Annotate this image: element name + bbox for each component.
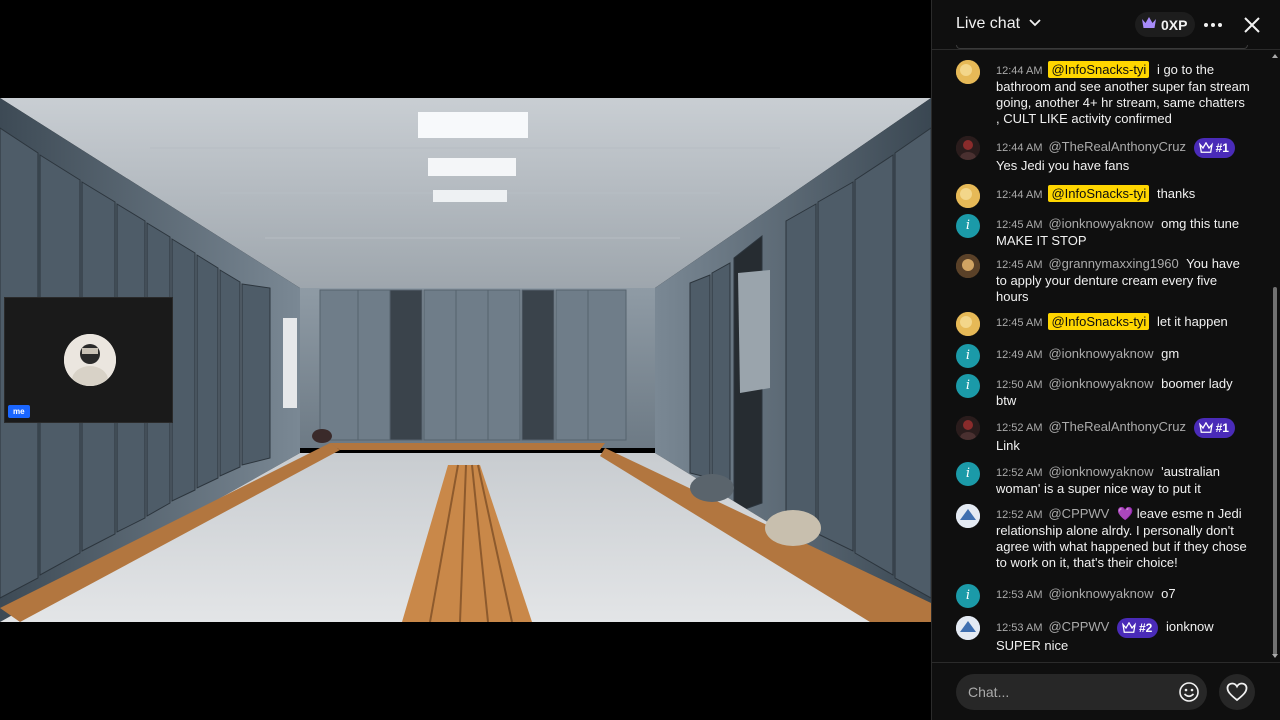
user-avatar[interactable]: i — [956, 374, 980, 398]
message-text: o7 — [1161, 586, 1176, 601]
user-avatar[interactable]: i — [956, 344, 980, 368]
rank-badge: #1 — [1193, 418, 1235, 438]
user-avatar[interactable]: i — [956, 462, 980, 486]
message-time: 12:45 AM — [996, 317, 1043, 329]
crown-icon — [1121, 621, 1136, 633]
message-author[interactable]: @grannymaxxing1960 — [1048, 256, 1178, 271]
crown-icon — [1198, 141, 1213, 153]
message-time: 12:44 AM — [996, 65, 1043, 77]
streamer-avatar — [64, 334, 116, 386]
scroll-down-arrow-icon — [1272, 654, 1278, 658]
scroll-thumb[interactable] — [1273, 287, 1277, 655]
message-author[interactable]: @ionknowyaknow — [1048, 376, 1153, 391]
user-avatar[interactable] — [956, 616, 980, 640]
message-time: 12:52 AM — [996, 509, 1043, 521]
rank-badge: #2 — [1116, 618, 1159, 638]
message-time: 12:53 AM — [996, 622, 1043, 634]
message-author[interactable]: @TheRealAnthonyCruz — [1048, 419, 1185, 434]
message-author[interactable]: @InfoSnacks-tyi — [1048, 185, 1150, 202]
message-author[interactable]: @InfoSnacks-tyi — [1048, 313, 1150, 330]
more-options-icon[interactable] — [1202, 14, 1224, 36]
user-avatar[interactable] — [956, 184, 980, 208]
message-author[interactable]: @CPPWV — [1048, 619, 1109, 634]
user-avatar[interactable] — [956, 312, 980, 336]
message-author[interactable]: @ionknowyaknow — [1048, 216, 1153, 231]
heart-emoji: 💜 — [1116, 506, 1134, 521]
crown-icon — [1141, 16, 1157, 33]
user-avatar[interactable] — [956, 416, 980, 440]
message-text: Yes Jedi you have fans — [996, 158, 1130, 173]
message-author[interactable]: @ionknowyaknow — [1048, 346, 1153, 361]
user-avatar[interactable] — [956, 254, 980, 278]
chat-message-list[interactable]: 12:44 AM @InfoSnacks-tyi i go to the bath… — [932, 50, 1270, 662]
chat-scrollbar[interactable] — [1271, 50, 1279, 662]
picture-in-picture-cam[interactable]: me — [4, 297, 173, 423]
message-author[interactable]: @TheRealAnthonyCruz — [1048, 139, 1185, 154]
chat-footer: Chat... — [932, 662, 1280, 720]
chat-input[interactable]: Chat... — [956, 674, 1207, 710]
scroll-up-arrow-icon — [1272, 54, 1278, 58]
message-time: 12:45 AM — [996, 219, 1043, 231]
user-avatar[interactable]: i — [956, 584, 980, 608]
chevron-down-icon[interactable] — [1028, 16, 1042, 35]
message-time: 12:45 AM — [996, 259, 1043, 271]
message-text: Link — [996, 438, 1020, 453]
crown-icon — [1198, 421, 1213, 433]
message-time: 12:53 AM — [996, 589, 1043, 601]
message-author[interactable]: @ionknowyaknow — [1048, 586, 1153, 601]
chat-title[interactable]: Live chat — [956, 15, 1020, 33]
message-author[interactable]: @InfoSnacks-tyi — [1048, 61, 1150, 78]
pinned-banner-edge — [956, 45, 1248, 49]
user-avatar[interactable] — [956, 60, 980, 84]
message-time: 12:44 AM — [996, 142, 1043, 154]
user-avatar[interactable] — [956, 136, 980, 160]
rank-badge: #1 — [1193, 138, 1235, 158]
message-time: 12:52 AM — [996, 422, 1043, 434]
message-time: 12:50 AM — [996, 379, 1043, 391]
heart-icon[interactable] — [1219, 674, 1255, 710]
message-time: 12:52 AM — [996, 467, 1043, 479]
message-time: 12:49 AM — [996, 349, 1043, 361]
message-text: thanks — [1156, 186, 1196, 201]
emoji-icon[interactable] — [1178, 681, 1200, 703]
message-time: 12:44 AM — [996, 189, 1043, 201]
message-author[interactable]: @ionknowyaknow — [1048, 464, 1153, 479]
live-chat-panel: Live chat 0XP 12:44 AM @InfoSnacks-tyi i … — [931, 0, 1280, 720]
message-text: let it happen — [1156, 314, 1228, 329]
video-player[interactable]: me — [0, 0, 931, 720]
message-author[interactable]: @CPPWV — [1048, 506, 1109, 521]
message-text: gm — [1161, 346, 1180, 361]
user-avatar[interactable] — [956, 504, 980, 528]
xp-value: 0XP — [1161, 16, 1188, 33]
me-label: me — [8, 405, 30, 418]
xp-badge[interactable]: 0XP — [1135, 12, 1196, 37]
user-avatar[interactable]: i — [956, 214, 980, 238]
close-icon[interactable] — [1241, 14, 1263, 36]
chat-header: Live chat 0XP — [932, 0, 1280, 50]
